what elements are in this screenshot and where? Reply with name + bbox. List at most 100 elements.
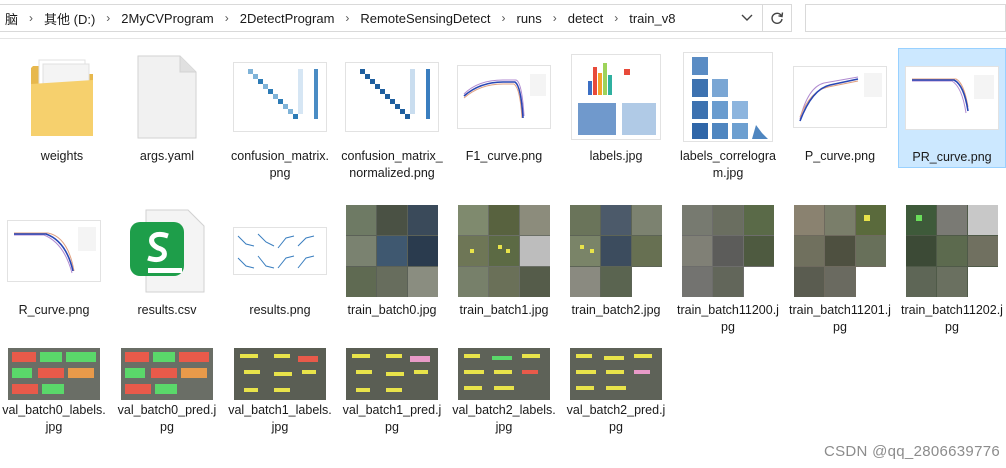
confusion-matrix-thumbnail <box>234 63 326 131</box>
file-item-train-batch0[interactable]: train_batch0.jpg <box>338 202 446 322</box>
navigation-bar: 脑 › 其他 (D:) › 2MyCVProgram › 2DetectProg… <box>0 0 1006 39</box>
thumbnail <box>0 202 108 300</box>
address-history-dropdown[interactable] <box>736 4 758 32</box>
file-name: train_batch0.jpg <box>347 303 437 317</box>
thumbnail <box>450 48 558 146</box>
file-name: P_curve.png <box>804 149 876 163</box>
thumbnail <box>562 202 670 300</box>
chevron-down-icon <box>741 14 753 21</box>
file-name: args.yaml <box>139 149 195 163</box>
file-item-train-batch11200[interactable]: train_batch11200.jpg <box>674 202 782 337</box>
file-item-val-batch1-pred[interactable]: val_batch1_pred.jpg <box>338 336 446 436</box>
val-batch1-labels-thumbnail <box>234 348 326 400</box>
train-batch0-thumbnail <box>346 205 438 297</box>
breadcrumb-2mycvprogram[interactable]: 2MyCVProgram <box>116 11 218 26</box>
chevron-right-icon[interactable]: › <box>100 11 116 25</box>
breadcrumb-remotesensingdetect[interactable]: RemoteSensingDetect <box>355 11 495 26</box>
file-name: train_batch1.jpg <box>459 303 549 317</box>
train-batch11200-thumbnail <box>682 205 774 297</box>
csdn-watermark: CSDN @qq_2806639776 <box>823 443 1000 460</box>
refresh-button[interactable] <box>762 4 792 32</box>
file-item-labels[interactable]: labels.jpg <box>562 48 670 168</box>
results-thumbnail <box>234 228 326 274</box>
file-item-results-csv[interactable]: results.csv <box>113 202 221 322</box>
val-batch0-pred-thumbnail <box>121 348 213 400</box>
file-name: val_batch2_pred.jpg <box>566 403 666 434</box>
file-item-results-png[interactable]: results.png <box>226 202 334 322</box>
chevron-right-icon[interactable]: › <box>219 11 235 25</box>
file-name: val_batch0_labels.jpg <box>2 403 106 434</box>
file-item-train-batch1[interactable]: train_batch1.jpg <box>450 202 558 322</box>
file-name: train_batch11201.jpg <box>789 303 891 334</box>
address-bar[interactable]: 脑 › 其他 (D:) › 2MyCVProgram › 2DetectProg… <box>0 4 792 32</box>
file-item-val-batch1-labels[interactable]: val_batch1_labels.jpg <box>226 336 334 436</box>
labels-correlogram-thumbnail <box>684 53 772 141</box>
breadcrumb-2detectprogram[interactable]: 2DetectProgram <box>235 11 340 26</box>
breadcrumb-runs[interactable]: runs <box>512 11 547 26</box>
file-name: weights <box>40 149 84 163</box>
chevron-right-icon[interactable]: › <box>496 11 512 25</box>
file-name: confusion_matrix.png <box>231 149 329 180</box>
file-item-confusion-matrix-normalized[interactable]: confusion_matrix_normalized.png <box>338 48 446 198</box>
train-batch2-thumbnail <box>570 205 662 297</box>
file-item-confusion-matrix[interactable]: confusion_matrix.png <box>226 48 334 188</box>
file-item-train-batch2[interactable]: train_batch2.jpg <box>562 202 670 322</box>
chevron-right-icon[interactable]: › <box>23 11 39 25</box>
file-name: results.png <box>249 303 311 317</box>
thumbnail <box>113 342 221 406</box>
file-item-args-yaml[interactable]: args.yaml <box>113 48 221 168</box>
file-item-val-batch2-pred[interactable]: val_batch2_pred.jpg <box>562 336 670 436</box>
thumbnail <box>338 48 446 146</box>
breadcrumb-pc[interactable]: 脑 <box>0 9 23 28</box>
spreadsheet-icon <box>130 209 205 293</box>
thumbnail <box>450 202 558 300</box>
thumbnail <box>674 48 782 146</box>
file-name: F1_curve.png <box>465 149 543 163</box>
file-name: labels_correlogram.jpg <box>680 149 776 180</box>
file-name: val_batch2_labels.jpg <box>452 403 556 434</box>
breadcrumb-detect[interactable]: detect <box>563 11 608 26</box>
file-item-r-curve[interactable]: R_curve.png <box>0 202 108 322</box>
val-batch0-labels-thumbnail <box>8 348 100 400</box>
thumbnail <box>226 342 334 406</box>
p-curve-thumbnail <box>794 67 886 127</box>
thumbnail <box>562 342 670 406</box>
file-name: results.csv <box>137 303 197 317</box>
file-item-val-batch0-labels[interactable]: val_batch0_labels.jpg <box>0 336 108 436</box>
file-name: labels.jpg <box>589 149 643 163</box>
file-name: R_curve.png <box>18 303 90 317</box>
chevron-right-icon[interactable]: › <box>608 11 624 25</box>
f1-curve-thumbnail <box>458 66 550 128</box>
val-batch2-pred-thumbnail <box>570 348 662 400</box>
file-item-p-curve[interactable]: P_curve.png <box>786 48 894 168</box>
file-item-pr-curve[interactable]: PR_curve.png <box>898 48 1006 168</box>
labels-thumbnail <box>572 55 660 139</box>
thumbnail <box>226 48 334 146</box>
file-item-labels-correlogram[interactable]: labels_correlogram.jpg <box>674 48 782 180</box>
file-item-train-batch11202[interactable]: train_batch11202.jpg <box>898 202 1006 337</box>
file-item-weights[interactable]: weights <box>8 48 116 168</box>
thumbnail <box>226 202 334 300</box>
thumbnail <box>338 202 446 300</box>
chevron-right-icon[interactable]: › <box>339 11 355 25</box>
thumbnail <box>8 48 116 146</box>
search-input[interactable] <box>805 4 1006 32</box>
thumbnail <box>786 202 894 300</box>
confusion-matrix-normalized-thumbnail <box>346 63 438 131</box>
thumbnail <box>113 202 221 300</box>
chevron-right-icon[interactable]: › <box>547 11 563 25</box>
refresh-icon <box>771 12 784 24</box>
file-name: PR_curve.png <box>912 150 992 164</box>
breadcrumb-train-v8[interactable]: train_v8 <box>624 11 680 26</box>
file-item-val-batch0-pred[interactable]: val_batch0_pred.jpg <box>113 336 221 436</box>
file-name: train_batch11200.jpg <box>677 303 779 334</box>
file-item-val-batch2-labels[interactable]: val_batch2_labels.jpg <box>450 336 558 436</box>
file-name: val_batch0_pred.jpg <box>117 403 217 434</box>
train-batch1-thumbnail <box>458 205 550 297</box>
file-item-train-batch11201[interactable]: train_batch11201.jpg <box>786 202 894 337</box>
file-name: train_batch11202.jpg <box>901 303 1003 334</box>
breadcrumb-drive-d[interactable]: 其他 (D:) <box>39 9 100 28</box>
thumbnail <box>338 342 446 406</box>
file-item-f1-curve[interactable]: F1_curve.png <box>450 48 558 168</box>
val-batch2-labels-thumbnail <box>458 348 550 400</box>
